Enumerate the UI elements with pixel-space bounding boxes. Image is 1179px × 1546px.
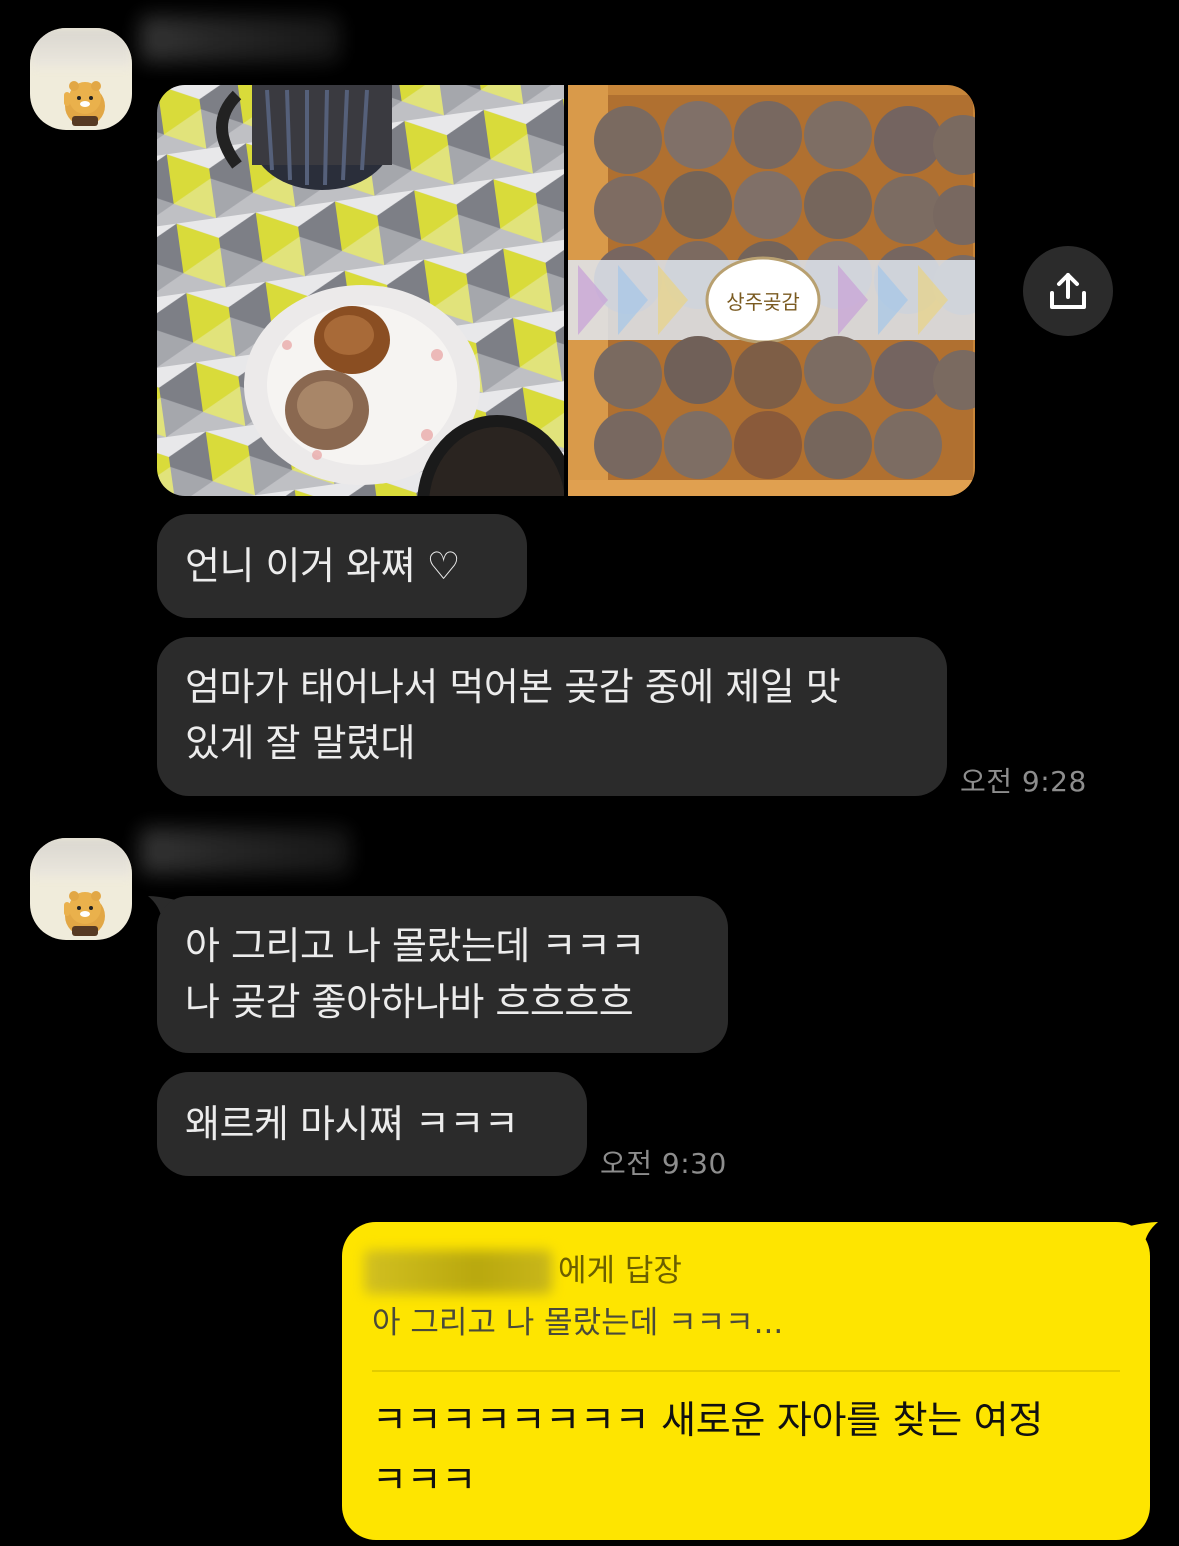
message-bubble[interactable]: 언니 이거 와쪄 ♡ bbox=[157, 514, 527, 618]
reply-divider bbox=[372, 1370, 1120, 1372]
share-icon bbox=[1050, 273, 1086, 309]
photo-persimmon-plate[interactable] bbox=[157, 85, 564, 496]
photo-album[interactable]: 상주곶감 bbox=[157, 85, 975, 496]
message-bubble[interactable]: 아 그리고 나 몰랐는데 ㅋㅋㅋ 나 곶감 좋아하나바 흐흐흐흐 bbox=[157, 896, 728, 1053]
message-time: 오전 9:28 bbox=[960, 765, 1087, 798]
sender-avatar[interactable] bbox=[30, 28, 132, 130]
reply-header-label: 에게 답장 bbox=[558, 1253, 682, 1289]
box-label: 상주곶감 bbox=[726, 290, 800, 314]
share-button[interactable] bbox=[1023, 246, 1113, 336]
sender-avatar[interactable] bbox=[30, 838, 132, 940]
sender-name-redacted bbox=[140, 16, 340, 62]
reply-quoted-message[interactable]: 아 그리고 나 몰랐는데 ㅋㅋㅋ... bbox=[372, 1300, 1120, 1346]
photo-persimmon-box[interactable]: 상주곶감 bbox=[568, 85, 975, 496]
reply-bubble[interactable]: 에게 답장 아 그리고 나 몰랐는데 ㅋㅋㅋ... ㅋㅋㅋㅋㅋㅋㅋㅋ 새로운 자… bbox=[342, 1222, 1150, 1540]
reply-target-name-redacted bbox=[364, 1250, 552, 1294]
chat-screen: 상주곶감 언니 이거 와쪄 ♡ 엄마가 태어나서 먹어본 곶감 중에 제일 맛 … bbox=[0, 0, 1179, 1546]
reply-message-text: ㅋㅋㅋㅋㅋㅋㅋㅋ 새로운 자아를 찾는 여정 ㅋㅋㅋ bbox=[372, 1398, 1043, 1502]
reply-header: 에게 답장 bbox=[364, 1248, 1120, 1294]
sender-name-redacted bbox=[140, 828, 350, 874]
message-bubble[interactable]: 엄마가 태어나서 먹어본 곶감 중에 제일 맛 있게 잘 말렸대 bbox=[157, 637, 947, 796]
message-time: 오전 9:30 bbox=[600, 1147, 727, 1180]
message-bubble[interactable]: 왜르케 마시쪄 ㅋㅋㅋ bbox=[157, 1072, 587, 1176]
